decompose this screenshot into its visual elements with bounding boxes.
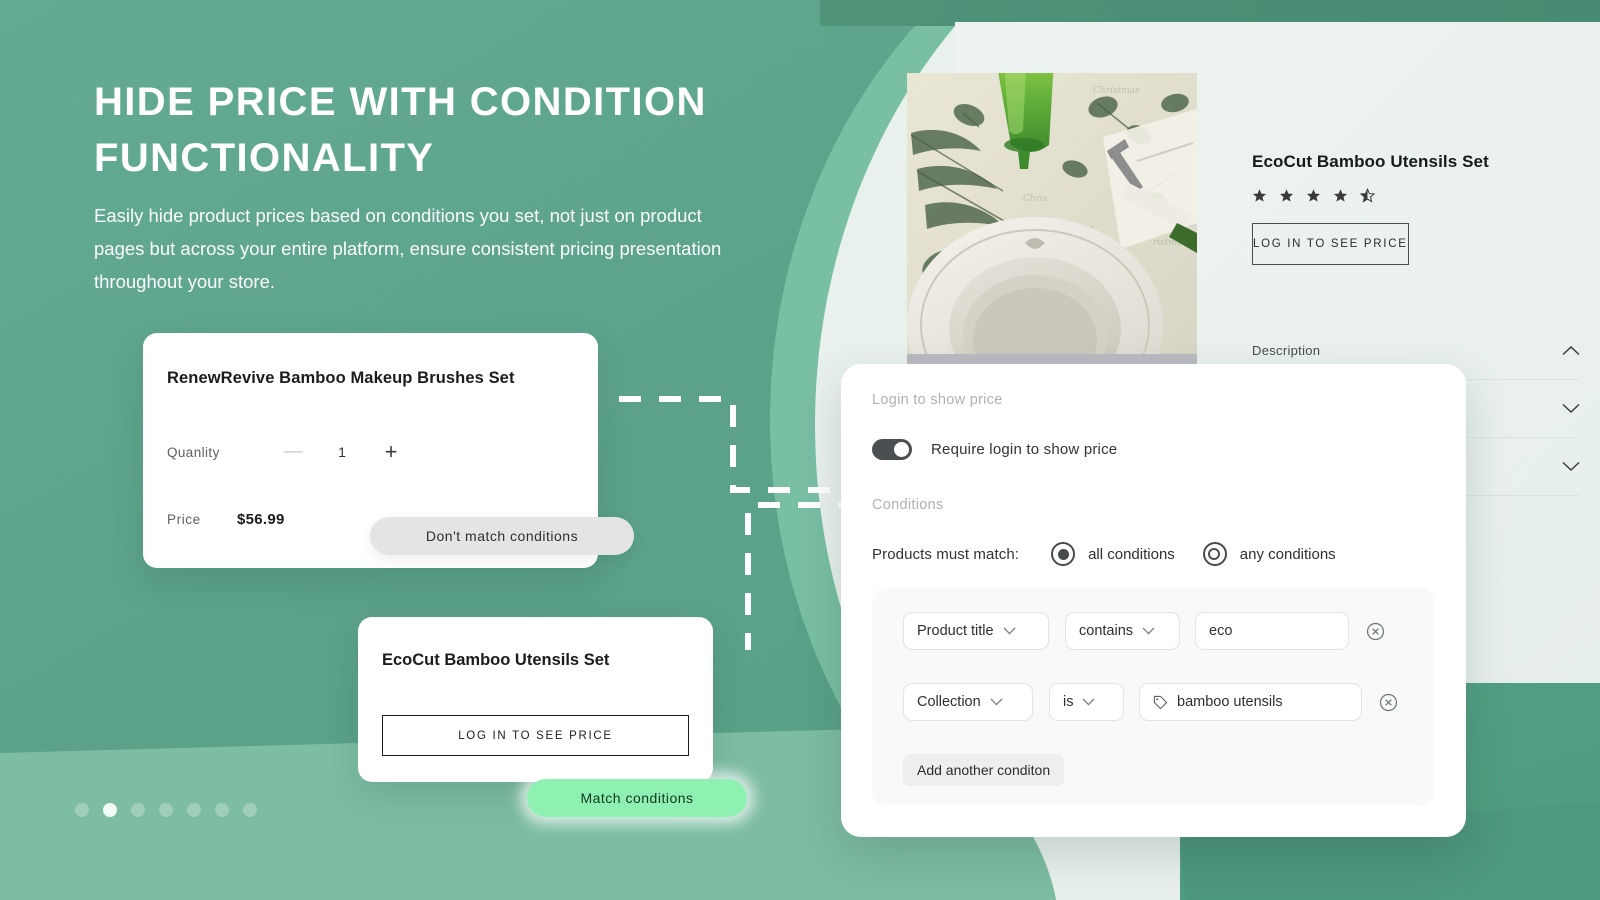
require-login-toggle-label: Require login to show price (931, 441, 1118, 458)
chevron-down-icon (990, 698, 1003, 706)
quantity-decrement-button[interactable]: — (271, 441, 315, 463)
condition-row: Product title contains eco (903, 612, 1385, 650)
remove-circle-icon[interactable] (1366, 622, 1385, 641)
chevron-down-icon (1003, 627, 1016, 635)
condition-field-value: Collection (917, 694, 981, 710)
quantity-stepper: Quanlity — 1 + (167, 439, 413, 465)
status-badge-no-match: Don't match conditions (370, 517, 634, 555)
quantity-increment-button[interactable]: + (369, 439, 413, 465)
chevron-down-icon (1142, 627, 1155, 635)
condition-value-input[interactable]: eco (1195, 612, 1349, 650)
match-mode-question: Products must match: (872, 545, 1020, 563)
condition-value-text: bamboo utensils (1177, 694, 1283, 710)
radio-any-conditions[interactable] (1202, 542, 1227, 566)
condition-operator-value: contains (1079, 623, 1134, 639)
carousel-dot[interactable] (243, 803, 257, 817)
settings-panel: Login to show price Require login to sho… (841, 364, 1466, 837)
conditions-list: Product title contains eco Collection is… (872, 588, 1434, 805)
carousel-dot[interactable] (75, 803, 89, 817)
toggle-knob (894, 442, 909, 457)
match-mode-row: Products must match: all conditions any … (872, 542, 1336, 566)
require-login-toggle[interactable] (872, 439, 912, 460)
condition-field-select[interactable]: Product title (903, 612, 1049, 650)
add-another-condition-button[interactable]: Add another conditon (903, 754, 1065, 786)
condition-value-input[interactable]: bamboo utensils (1139, 683, 1362, 721)
carousel-dot[interactable] (187, 803, 201, 817)
require-login-toggle-row[interactable]: Require login to show price (872, 439, 1117, 460)
radio-inner (1057, 548, 1069, 560)
carousel-dots[interactable] (75, 803, 257, 817)
quantity-value[interactable]: 1 (315, 444, 369, 460)
price-value: $56.99 (237, 511, 285, 528)
condition-value-text: eco (1209, 623, 1233, 639)
radio-all-conditions-label: all conditions (1088, 545, 1175, 563)
condition-field-value: Product title (917, 623, 994, 639)
card-title: EcoCut Bamboo Utensils Set (382, 651, 610, 669)
condition-operator-select[interactable]: contains (1065, 612, 1180, 650)
product-card-match: EcoCut Bamboo Utensils Set LOG IN TO SEE… (358, 617, 713, 782)
carousel-dot[interactable] (215, 803, 229, 817)
price-label: Price (167, 512, 201, 527)
login-to-see-price-button[interactable]: LOG IN TO SEE PRICE (382, 715, 689, 756)
condition-operator-select[interactable]: is (1049, 683, 1124, 721)
promo-slide: Christmas een Christm Chris hristma rist… (0, 0, 1600, 900)
condition-operator-value: is (1063, 694, 1074, 710)
card-title: RenewRevive Bamboo Makeup Brushes Set (167, 369, 515, 387)
price-row: Price $56.99 (167, 511, 285, 528)
conditions-section-label: Conditions (872, 497, 944, 513)
status-badge-match: Match conditions (527, 779, 747, 817)
remove-circle-icon[interactable] (1379, 693, 1398, 712)
quantity-label: Quanlity (167, 444, 220, 460)
radio-all-conditions[interactable] (1051, 542, 1076, 566)
radio-any-conditions-label: any conditions (1239, 545, 1336, 563)
carousel-dot-active[interactable] (103, 803, 117, 817)
tag-icon (1153, 695, 1168, 710)
condition-row: Collection is bamboo utensils (903, 683, 1398, 721)
chevron-down-icon (1082, 698, 1095, 706)
carousel-dot[interactable] (159, 803, 173, 817)
condition-field-select[interactable]: Collection (903, 683, 1033, 721)
carousel-dot[interactable] (131, 803, 145, 817)
login-section-label: Login to show price (872, 392, 1003, 408)
radio-inner (1208, 547, 1221, 560)
